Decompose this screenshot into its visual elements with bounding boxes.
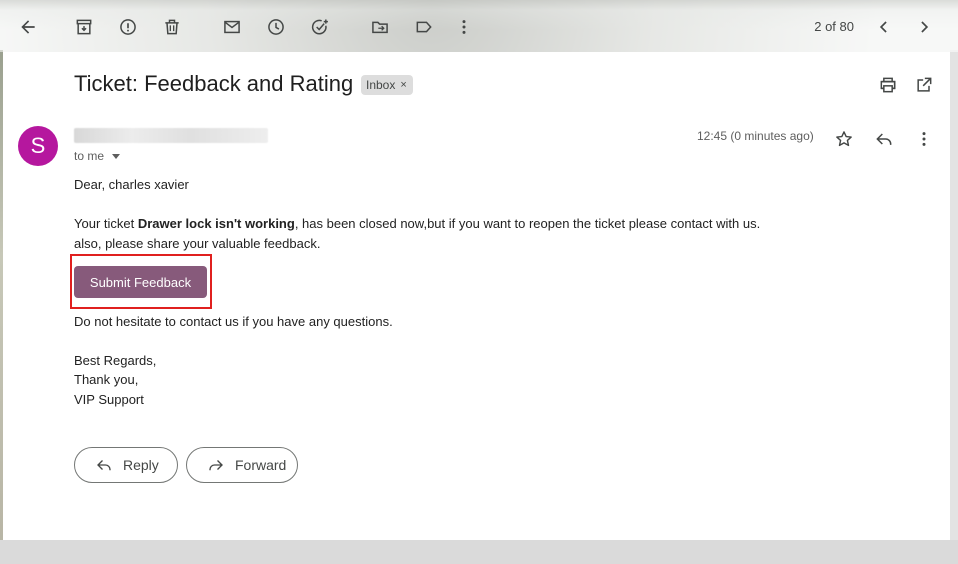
message-toolbar: 2 of 80: [0, 0, 958, 52]
star-button[interactable]: [831, 126, 857, 152]
forward-icon: [209, 460, 223, 471]
reply-icon: [876, 133, 892, 145]
ticket-text-prefix: Your ticket: [74, 216, 138, 231]
mark-unread-icon: [224, 20, 240, 34]
inbox-label-chip[interactable]: Inbox ×: [361, 75, 413, 95]
ticket-paragraph: Your ticket Drawer lock isn't working, h…: [74, 216, 760, 231]
reply-button[interactable]: Reply: [74, 447, 178, 483]
chevron-right-icon: [921, 21, 929, 33]
ticket-title: Drawer lock isn't working: [137, 216, 295, 231]
feedback-request-line: also, please share your valuable feedbac…: [74, 236, 321, 251]
delete-icon: [165, 19, 179, 35]
snooze-icon: [268, 19, 284, 35]
forward-label: Forward: [235, 457, 287, 473]
chevron-down-icon[interactable]: [112, 154, 121, 159]
back-arrow-icon: [21, 20, 35, 34]
message-timestamp: 12:45 (0 minutes ago): [697, 129, 814, 143]
more-vert-icon: [922, 132, 926, 146]
reply-icon: [97, 460, 111, 471]
signoff-line-2: Thank you,: [74, 372, 139, 387]
to-me-label: to me: [74, 149, 105, 163]
open-in-new-icon: [917, 77, 932, 92]
print-icon: [880, 77, 896, 93]
pager-count: 2 of 80: [814, 19, 854, 34]
more-vert-icon: [462, 20, 466, 34]
submit-feedback-button[interactable]: Submit Feedback: [74, 266, 207, 298]
label-button[interactable]: [404, 7, 444, 47]
older-button[interactable]: [904, 7, 944, 47]
archive-icon: [76, 19, 92, 35]
contact-line: Do not hesitate to contact us if you hav…: [74, 314, 393, 329]
background-right-edge: [950, 50, 958, 540]
newer-button[interactable]: [864, 7, 904, 47]
move-to-button[interactable]: [360, 7, 400, 47]
greeting-line: Dear, charles xavier: [74, 177, 189, 192]
reply-label: Reply: [123, 457, 159, 473]
star-icon: [836, 131, 852, 147]
background-bottom-edge: [0, 540, 958, 564]
archive-button[interactable]: [64, 7, 104, 47]
open-in-new-window-button[interactable]: [911, 72, 937, 98]
sender-name-redacted: [74, 128, 268, 143]
print-all-button[interactable]: [875, 72, 901, 98]
recipient-details[interactable]: to me: [74, 149, 121, 163]
snooze-button[interactable]: [256, 7, 296, 47]
signoff-line-1: Best Regards,: [74, 353, 157, 368]
message-more-button[interactable]: [911, 126, 937, 152]
reply-icon-button[interactable]: [871, 126, 897, 152]
mark-unread-button[interactable]: [212, 7, 252, 47]
report-spam-icon: [120, 19, 136, 35]
message-card: Ticket: Feedback and Rating Inbox × S to…: [3, 52, 950, 540]
sender-avatar[interactable]: S: [18, 126, 58, 166]
signoff-line-3: VIP Support: [74, 392, 144, 407]
chevron-left-icon: [879, 21, 887, 33]
remove-label-icon[interactable]: ×: [400, 79, 406, 91]
more-options-button[interactable]: [444, 7, 484, 47]
add-task-icon: [311, 19, 328, 35]
report-spam-button[interactable]: [108, 7, 148, 47]
delete-button[interactable]: [152, 7, 192, 47]
add-task-button[interactable]: [300, 7, 340, 47]
move-to-icon: [372, 21, 388, 34]
back-button[interactable]: [8, 7, 48, 47]
ticket-text-suffix: , has been closed now,but if you want to…: [294, 216, 761, 231]
forward-button[interactable]: Forward: [186, 447, 298, 483]
email-subject: Ticket: Feedback and Rating: [74, 71, 354, 96]
label-icon: [416, 21, 432, 33]
label-chip-text: Inbox: [366, 78, 396, 92]
